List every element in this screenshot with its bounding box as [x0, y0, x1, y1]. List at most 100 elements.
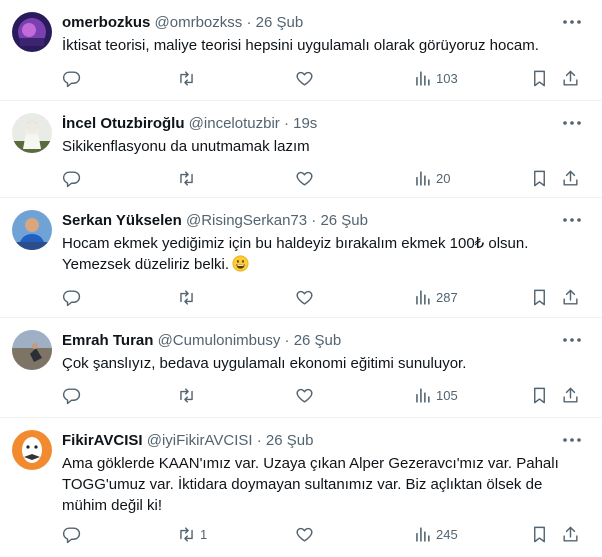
- bookmark-icon: [530, 169, 549, 188]
- tweet-text: İktisat teorisi, maliye teorisi hepsini …: [62, 35, 574, 56]
- views-button[interactable]: 103: [413, 68, 458, 88]
- action-bar: 287: [0, 287, 602, 307]
- reply-icon: [62, 69, 81, 88]
- views-button[interactable]: 245: [413, 524, 458, 544]
- author-handle[interactable]: @RisingSerkan73: [186, 212, 307, 229]
- author-handle[interactable]: @iyiFikirAVCISI: [147, 432, 253, 449]
- views-chart-icon: [413, 525, 432, 544]
- reply-button[interactable]: [62, 385, 85, 405]
- retweet-icon: [177, 288, 196, 307]
- heart-icon: [295, 525, 314, 544]
- bookmark-button[interactable]: [530, 524, 549, 544]
- reply-button[interactable]: [62, 168, 85, 188]
- author-name[interactable]: İncel Otuzbiroğlu: [62, 115, 185, 132]
- retweet-icon: [177, 525, 196, 544]
- bookmark-button[interactable]: [530, 68, 549, 88]
- avatar[interactable]: [12, 12, 52, 52]
- tweet-text-content: Sikikenflasyonu da unutmamak lazım: [62, 138, 310, 155]
- bookmark-icon: [530, 525, 549, 544]
- retweet-icon: [177, 69, 196, 88]
- views-chart-icon: [413, 386, 432, 405]
- views-chart-icon: [413, 169, 432, 188]
- share-icon: [561, 288, 580, 307]
- retweet-button[interactable]: [177, 385, 200, 405]
- author-handle[interactable]: @omrbozkss: [155, 14, 243, 31]
- action-bar: 20: [0, 168, 602, 188]
- tweet-text: Çok şanslıyız, bedava uygulamalı ekonomi…: [62, 353, 574, 374]
- tweet[interactable]: FikirAVCISI @iyiFikirAVCISI · 26 Şub Ama…: [0, 418, 602, 557]
- action-bar: 1 245: [0, 524, 602, 544]
- timestamp[interactable]: 26 Şub: [294, 332, 342, 349]
- author-name[interactable]: Serkan Yükselen: [62, 212, 182, 229]
- separator-dot: ·: [311, 212, 317, 229]
- tweet-text: Ama göklerde KAAN'ımız var. Uzaya çıkan …: [62, 453, 574, 516]
- avatar[interactable]: [12, 330, 52, 370]
- like-button[interactable]: [295, 168, 318, 188]
- more-options-icon[interactable]: [562, 12, 582, 32]
- tweet[interactable]: İncel Otuzbiroğlu @incelotuzbir · 19s Si…: [0, 101, 602, 198]
- timestamp[interactable]: 26 Şub: [256, 14, 304, 31]
- views-count: 105: [436, 387, 458, 403]
- views-button[interactable]: 287: [413, 287, 458, 307]
- tweet[interactable]: Emrah Turan @Cumulonimbusy · 26 Şub Çok …: [0, 318, 602, 418]
- author-name[interactable]: omerbozkus: [62, 14, 150, 31]
- retweet-button[interactable]: 1: [177, 524, 207, 544]
- tweet-text: Sikikenflasyonu da unutmamak lazım: [62, 136, 574, 157]
- author-handle[interactable]: @incelotuzbir: [189, 115, 280, 132]
- share-button[interactable]: [561, 68, 580, 88]
- share-button[interactable]: [561, 524, 580, 544]
- separator-dot: ·: [283, 115, 289, 132]
- retweet-icon: [177, 386, 196, 405]
- more-options-icon[interactable]: [562, 113, 582, 133]
- action-bar: 103: [0, 68, 602, 88]
- views-button[interactable]: 20: [413, 168, 450, 188]
- author-name[interactable]: Emrah Turan: [62, 332, 153, 349]
- avatar[interactable]: [12, 113, 52, 153]
- reply-icon: [62, 288, 81, 307]
- avatar[interactable]: [12, 430, 52, 470]
- like-button[interactable]: [295, 524, 318, 544]
- timestamp[interactable]: 26 Şub: [266, 432, 314, 449]
- author-name[interactable]: FikirAVCISI: [62, 432, 143, 449]
- reply-icon: [62, 525, 81, 544]
- like-button[interactable]: [295, 287, 318, 307]
- like-button[interactable]: [295, 68, 318, 88]
- reply-button[interactable]: [62, 524, 85, 544]
- retweet-button[interactable]: [177, 68, 200, 88]
- views-count: 103: [436, 70, 458, 86]
- tweet[interactable]: Serkan Yükselen @RisingSerkan73 · 26 Şub…: [0, 198, 602, 318]
- reply-button[interactable]: [62, 68, 85, 88]
- author-handle[interactable]: @Cumulonimbusy: [158, 332, 281, 349]
- retweet-button[interactable]: [177, 168, 200, 188]
- share-button[interactable]: [561, 287, 580, 307]
- views-chart-icon: [413, 69, 432, 88]
- bookmark-button[interactable]: [530, 385, 549, 405]
- heart-icon: [295, 386, 314, 405]
- retweet-icon: [177, 169, 196, 188]
- views-button[interactable]: 105: [413, 385, 458, 405]
- share-icon: [561, 169, 580, 188]
- timestamp[interactable]: 19s: [293, 115, 317, 132]
- views-count: 20: [436, 170, 451, 186]
- share-icon: [561, 525, 580, 544]
- reply-button[interactable]: [62, 287, 85, 307]
- timestamp[interactable]: 26 Şub: [320, 212, 368, 229]
- share-icon: [561, 69, 580, 88]
- share-button[interactable]: [561, 168, 580, 188]
- avatar[interactable]: [12, 210, 52, 250]
- tweet-header: omerbozkus @omrbozkss · 26 Şub: [62, 13, 554, 33]
- bookmark-button[interactable]: [530, 287, 549, 307]
- tweet[interactable]: omerbozkus @omrbozkss · 26 Şub İktisat t…: [0, 0, 602, 101]
- bookmark-icon: [530, 386, 549, 405]
- reply-feed: omerbozkus @omrbozkss · 26 Şub İktisat t…: [0, 0, 602, 557]
- bookmark-button[interactable]: [530, 168, 549, 188]
- heart-icon: [295, 288, 314, 307]
- tweet-text-content: Çok şanslıyız, bedava uygulamalı ekonomi…: [62, 355, 467, 372]
- heart-icon: [295, 69, 314, 88]
- like-button[interactable]: [295, 385, 318, 405]
- more-options-icon[interactable]: [562, 430, 582, 450]
- more-options-icon[interactable]: [562, 330, 582, 350]
- more-options-icon[interactable]: [562, 210, 582, 230]
- share-button[interactable]: [561, 385, 580, 405]
- retweet-button[interactable]: [177, 287, 200, 307]
